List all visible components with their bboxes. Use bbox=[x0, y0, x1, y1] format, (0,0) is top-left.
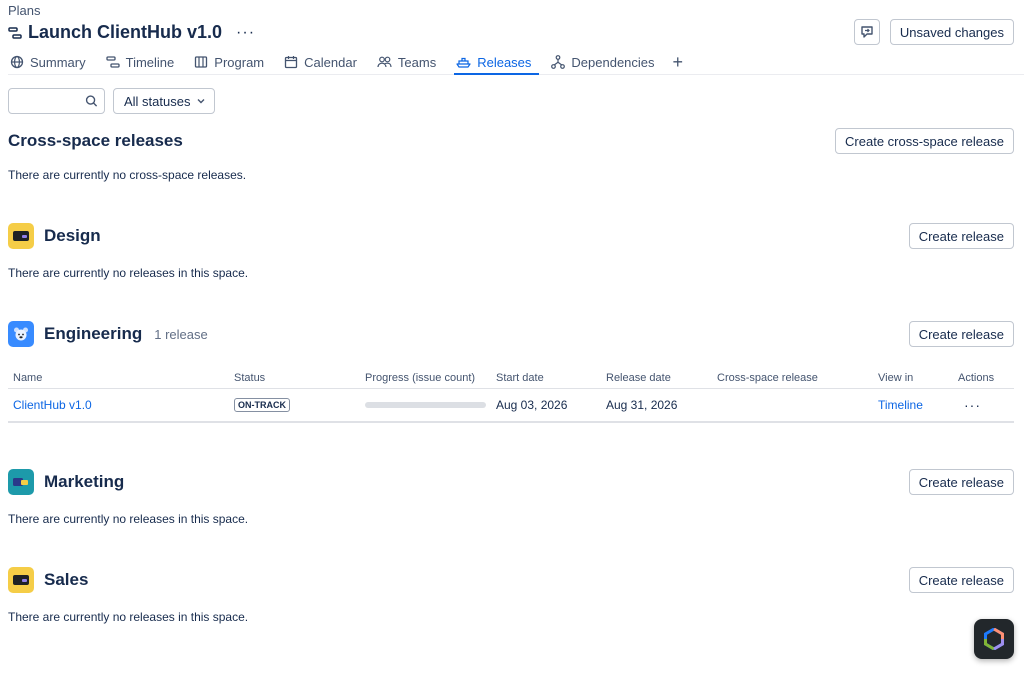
filters-bar: All statuses bbox=[8, 88, 216, 114]
table-header-row: Name Status Progress (issue count) Start… bbox=[8, 368, 1014, 389]
tab-releases[interactable]: Releases bbox=[454, 50, 541, 75]
tab-dependencies[interactable]: Dependencies bbox=[549, 50, 664, 74]
timeline-icon bbox=[105, 56, 120, 68]
tab-label: Timeline bbox=[125, 54, 175, 70]
search-input[interactable] bbox=[15, 93, 85, 109]
empty-message: There are currently no releases in this … bbox=[8, 512, 249, 526]
column-header-status[interactable]: Status bbox=[229, 368, 360, 389]
space-title: Sales bbox=[44, 570, 89, 589]
tab-label: Releases bbox=[477, 54, 532, 70]
marketing-space-icon bbox=[8, 469, 34, 495]
create-release-button[interactable]: Create release bbox=[908, 469, 1014, 495]
space-header-engineering: Engineering 1 release Create release bbox=[8, 321, 1014, 347]
more-actions-button[interactable]: ··· bbox=[236, 24, 255, 42]
tab-label: Summary bbox=[30, 54, 86, 70]
tab-teams[interactable]: Teams bbox=[375, 50, 446, 74]
create-cross-space-release-button[interactable]: Create cross-space release bbox=[835, 128, 1014, 154]
plan-icon bbox=[8, 26, 22, 40]
space-title: Marketing bbox=[44, 472, 125, 491]
dependencies-icon bbox=[551, 55, 566, 69]
column-header-view-in: View in bbox=[873, 368, 953, 389]
sales-space-icon bbox=[8, 567, 34, 593]
tab-label: Calendar bbox=[304, 54, 357, 70]
releases-table: Name Status Progress (issue count) Start… bbox=[8, 368, 1014, 423]
create-release-button[interactable]: Create release bbox=[908, 223, 1014, 249]
tab-program[interactable]: Program bbox=[192, 50, 274, 74]
column-header-name[interactable]: Name bbox=[8, 368, 229, 389]
status-select-value: All statuses bbox=[124, 93, 191, 109]
breadcrumb[interactable]: Plans bbox=[8, 3, 41, 18]
tab-calendar[interactable]: Calendar bbox=[282, 50, 367, 74]
feedback-button[interactable] bbox=[853, 19, 880, 45]
create-release-button[interactable]: Create release bbox=[908, 567, 1014, 593]
teams-icon bbox=[377, 56, 392, 68]
tab-label: Teams bbox=[397, 54, 437, 70]
empty-message: There are currently no releases in this … bbox=[8, 610, 249, 624]
release-count: 1 release bbox=[154, 326, 208, 342]
add-tab-button[interactable]: + bbox=[673, 50, 684, 74]
space-header-design: Design Create release bbox=[8, 223, 1014, 249]
status-badge: ON-TRACK bbox=[234, 398, 290, 413]
empty-message: There are currently no cross-space relea… bbox=[8, 168, 247, 182]
unsaved-changes-button[interactable]: Unsaved changes bbox=[889, 19, 1014, 45]
rovo-icon bbox=[984, 628, 1004, 650]
column-header-release-date[interactable]: Release date bbox=[601, 368, 712, 389]
cross-space-header: Cross-space releases Create cross-space … bbox=[8, 128, 1014, 154]
table-row: ClientHub v1.0 ON-TRACK Aug 03, 2026 Aug… bbox=[8, 388, 1014, 423]
calendar-icon bbox=[284, 56, 298, 69]
tab-label: Dependencies bbox=[571, 54, 655, 70]
column-header-actions: Actions bbox=[953, 368, 1014, 389]
view-in-timeline-link[interactable]: Timeline bbox=[878, 398, 923, 412]
space-header-sales: Sales Create release bbox=[8, 567, 1014, 593]
search-icon bbox=[85, 95, 98, 107]
space-title: Engineering bbox=[44, 324, 143, 343]
column-header-cross-space[interactable]: Cross-space release bbox=[712, 368, 873, 389]
column-header-start-date[interactable]: Start date bbox=[491, 368, 601, 389]
top-actions: Unsaved changes bbox=[853, 19, 1014, 45]
engineering-space-icon bbox=[8, 321, 34, 347]
ship-icon bbox=[456, 57, 471, 68]
progress-bar bbox=[365, 401, 486, 408]
section-title: Cross-space releases bbox=[8, 131, 183, 150]
globe-icon bbox=[10, 55, 24, 69]
plan-tabs: Summary Timeline Program Calendar Teams … bbox=[8, 50, 1024, 75]
start-date: Aug 03, 2026 bbox=[491, 388, 601, 423]
assistant-button[interactable] bbox=[974, 619, 1014, 659]
column-header-progress[interactable]: Progress (issue count) bbox=[360, 368, 491, 389]
space-header-marketing: Marketing Create release bbox=[8, 469, 1014, 495]
cross-space-release bbox=[712, 388, 873, 423]
create-release-button[interactable]: Create release bbox=[908, 321, 1014, 347]
tab-timeline[interactable]: Timeline bbox=[104, 50, 185, 74]
design-space-icon bbox=[8, 223, 34, 249]
release-name-link[interactable]: ClientHub v1.0 bbox=[13, 398, 92, 412]
tab-summary[interactable]: Summary bbox=[8, 50, 96, 74]
empty-message: There are currently no releases in this … bbox=[8, 266, 249, 280]
tab-label: Program bbox=[214, 54, 265, 70]
row-actions-button[interactable]: ··· bbox=[964, 397, 981, 413]
feedback-icon bbox=[861, 26, 873, 38]
page-title: Launch ClientHub v1.0 bbox=[28, 22, 223, 42]
release-date: Aug 31, 2026 bbox=[601, 388, 712, 423]
chevron-down-icon bbox=[197, 99, 205, 104]
space-title: Design bbox=[44, 226, 101, 245]
program-icon bbox=[195, 56, 208, 68]
page-header: Launch ClientHub v1.0 ··· bbox=[8, 22, 255, 43]
search-box[interactable] bbox=[8, 88, 105, 114]
status-select[interactable]: All statuses bbox=[113, 88, 216, 114]
